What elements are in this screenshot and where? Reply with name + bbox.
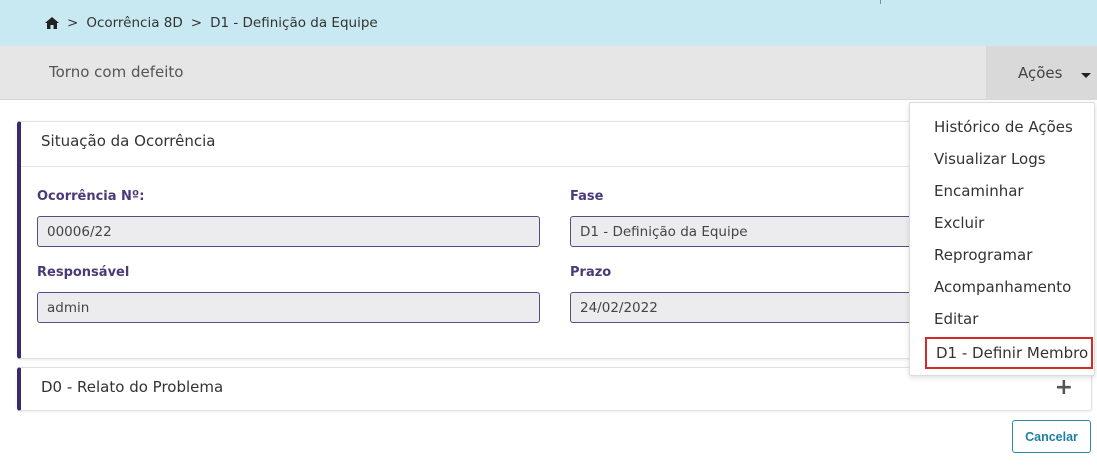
cancel-button[interactable]: Cancelar — [1012, 420, 1091, 453]
page-header: Torno com defeito Ações — [0, 46, 1097, 100]
menu-item-acompanhamento[interactable]: Acompanhamento — [910, 273, 1096, 301]
fase-label: Fase — [570, 189, 604, 204]
prazo-label: Prazo — [570, 265, 612, 280]
fase-field[interactable]: D1 - Definição da Equipe — [570, 216, 930, 247]
responsavel-field[interactable]: admin — [37, 292, 540, 323]
ocorrencia-label: Ocorrência Nº: — [37, 189, 145, 204]
prazo-field[interactable]: 24/02/2022 — [570, 292, 930, 323]
actions-dropdown-button[interactable]: Ações — [986, 46, 1097, 100]
menu-item-editar[interactable]: Editar — [910, 305, 1096, 333]
divider — [880, 0, 881, 4]
breadcrumb-item-ocorrencia[interactable]: Ocorrência 8D — [86, 15, 182, 31]
menu-item-reprogramar[interactable]: Reprogramar — [910, 241, 1096, 269]
breadcrumb-separator: > — [190, 15, 203, 31]
page-title: Torno com defeito — [49, 63, 184, 81]
breadcrumb: > Ocorrência 8D > D1 - Definição da Equi… — [0, 0, 1097, 46]
actions-label: Ações — [1018, 64, 1063, 82]
menu-item-visualizar-logs[interactable]: Visualizar Logs — [910, 145, 1096, 173]
menu-item-encaminhar[interactable]: Encaminhar — [910, 177, 1096, 205]
breadcrumb-item-current: D1 - Definição da Equipe — [210, 15, 378, 31]
caret-down-icon — [1081, 73, 1091, 78]
home-icon[interactable] — [45, 17, 59, 29]
actions-menu: Histórico de Ações Visualizar Logs Encam… — [909, 102, 1095, 376]
ocorrencia-field[interactable]: 00006/22 — [37, 216, 540, 247]
menu-item-excluir[interactable]: Excluir — [910, 209, 1096, 237]
menu-item-historico[interactable]: Histórico de Ações — [910, 113, 1096, 141]
plus-icon[interactable]: + — [1055, 377, 1073, 399]
responsavel-label: Responsável — [37, 265, 130, 280]
menu-item-definir-membro[interactable]: D1 - Definir Membro — [925, 337, 1093, 369]
breadcrumb-separator: > — [67, 15, 79, 31]
